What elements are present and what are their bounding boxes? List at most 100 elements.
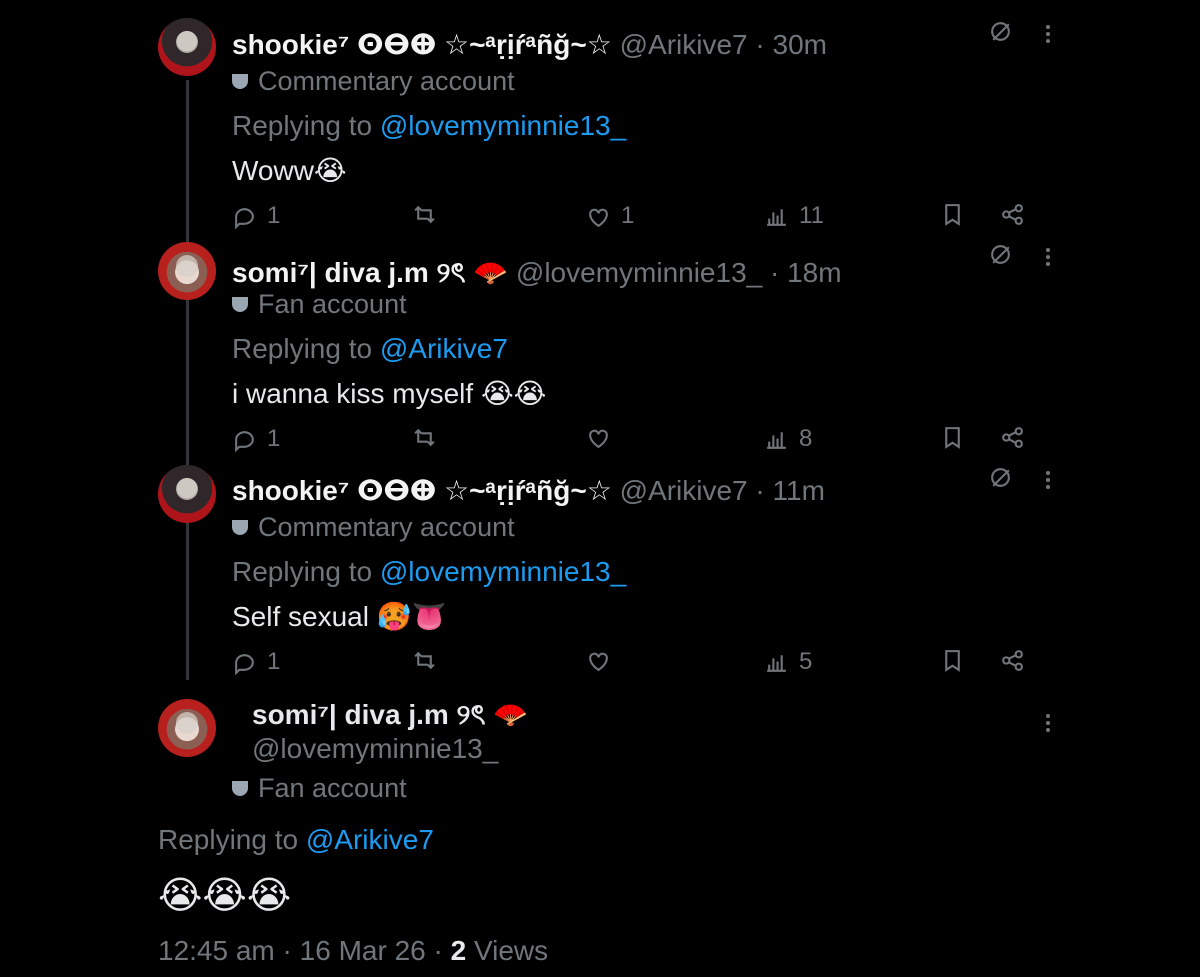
reply-icon [235, 207, 254, 229]
view-count: 11 [799, 202, 824, 229]
reply-count: 1 [267, 202, 281, 229]
bookmark-icon [945, 650, 960, 672]
replying-to: Replying to @lovemyminnie13_ [232, 110, 627, 141]
view-count: 5 [799, 648, 813, 675]
account-label: Commentary account [232, 512, 515, 543]
heart-icon [589, 652, 608, 672]
views-button[interactable]: 8 [764, 425, 812, 453]
mask-icon [232, 520, 248, 535]
separator-dot: · [755, 29, 765, 60]
views-button[interactable]: 11 [764, 202, 824, 230]
share-button[interactable] [1000, 425, 1025, 457]
username[interactable]: @lovemyminnie13_ [516, 257, 762, 288]
analytics-icon [767, 431, 786, 449]
reply-button[interactable]: 1 [232, 202, 280, 230]
tweet-text: Self sexual 🥵👅 [232, 601, 447, 632]
view-count: 8 [799, 425, 813, 452]
more-options-button[interactable] [1046, 711, 1052, 733]
like-count: 1 [621, 202, 635, 229]
mask-icon [232, 74, 248, 89]
bookmark-button[interactable] [940, 425, 965, 457]
tweet-text: i wanna kiss myself 😭😭 [232, 378, 547, 409]
grok-icon [991, 245, 1010, 264]
repost-button[interactable] [412, 648, 447, 673]
bookmark-icon [945, 204, 960, 226]
share-button[interactable] [1000, 202, 1025, 234]
repost-button[interactable] [412, 202, 447, 227]
post-time[interactable]: 18m [787, 257, 841, 288]
display-name[interactable]: somi⁷| diva j.m ୨ৎ 🪭 [232, 257, 508, 288]
avatar[interactable] [158, 465, 216, 523]
heart-icon [589, 429, 608, 449]
mention-link[interactable]: @Arikive7 [306, 824, 434, 855]
bookmark-button[interactable] [940, 648, 965, 680]
view-count: 2 [450, 935, 467, 966]
grok-button[interactable] [988, 465, 1013, 495]
mask-icon [232, 781, 248, 796]
separator-dot: · [433, 935, 443, 966]
reply-button[interactable]: 1 [232, 425, 280, 453]
analytics-icon [767, 654, 786, 672]
more-options-button[interactable] [1046, 245, 1052, 267]
repost-button[interactable] [412, 425, 447, 450]
thread-connector-line [186, 80, 189, 680]
separator-dot: · [755, 475, 765, 506]
display-name[interactable]: shookie⁷ ⵙⴱⴲ ☆~ᵃṛịŕᵃñğ~☆ [232, 29, 612, 60]
avatar[interactable] [158, 18, 216, 76]
share-icon [1002, 650, 1023, 671]
grok-icon [991, 468, 1010, 487]
analytics-icon [767, 208, 786, 226]
more-options-button[interactable] [1046, 22, 1052, 44]
bookmark-icon [945, 427, 960, 449]
repost-icon [414, 428, 435, 447]
views-label: Views [473, 935, 549, 966]
account-label: Fan account [232, 773, 407, 804]
avatar[interactable] [158, 242, 216, 300]
repost-icon [414, 651, 435, 670]
action-bar: 1 1 11 [232, 202, 1032, 234]
replying-to: Replying to @Arikive7 [232, 333, 508, 364]
username[interactable]: @lovemyminnie13_ [252, 733, 498, 765]
grok-icon [991, 22, 1010, 41]
reply-icon [235, 653, 254, 675]
post-date[interactable]: 16 Mar 26 [300, 935, 426, 966]
action-bar: 1 5 [232, 648, 1032, 680]
bookmark-button[interactable] [940, 202, 965, 234]
display-name[interactable]: shookie⁷ ⵙⴱⴲ ☆~ᵃṛịŕᵃñğ~☆ [232, 475, 612, 506]
reply-count: 1 [267, 648, 281, 675]
like-button[interactable]: 1 [586, 202, 634, 230]
tweet-text: 😭😭😭 [158, 875, 292, 917]
avatar[interactable] [158, 699, 216, 757]
replying-to: Replying to @lovemyminnie13_ [232, 556, 627, 587]
grok-button[interactable] [988, 19, 1013, 49]
post-time[interactable]: 30m [773, 29, 827, 60]
username[interactable]: @Arikive7 [620, 475, 748, 506]
mask-icon [232, 297, 248, 312]
like-button[interactable] [586, 648, 621, 673]
more-options-button[interactable] [1046, 468, 1052, 490]
account-label: Commentary account [232, 66, 515, 97]
share-icon [1002, 427, 1023, 448]
like-button[interactable] [586, 425, 621, 450]
views-button[interactable]: 5 [764, 648, 812, 676]
mention-link[interactable]: @lovemyminnie13_ [380, 110, 626, 141]
share-button[interactable] [1000, 648, 1025, 680]
tweet-metadata: 12:45 am · 16 Mar 26 · 2 Views [158, 935, 548, 967]
reply-count: 1 [267, 425, 281, 452]
replying-to: Replying to @Arikive7 [158, 824, 434, 855]
username[interactable]: @Arikive7 [620, 29, 748, 60]
post-time[interactable]: 12:45 am [158, 935, 275, 966]
heart-icon [589, 208, 608, 227]
grok-button[interactable] [988, 242, 1013, 272]
mention-link[interactable]: @lovemyminnie13_ [380, 556, 626, 587]
tweet-header: shookie⁷ ⵙⴱⴲ ☆~ᵃṛịŕᵃñğ~☆ @Arikive7 · 11m [232, 474, 825, 507]
repost-icon [414, 205, 435, 224]
action-bar: 1 8 [232, 425, 1032, 457]
share-icon [1002, 204, 1023, 225]
account-label: Fan account [232, 289, 407, 320]
separator-dot: · [770, 257, 780, 288]
mention-link[interactable]: @Arikive7 [380, 333, 508, 364]
post-time[interactable]: 11m [773, 475, 825, 506]
tweet-header: shookie⁷ ⵙⴱⴲ ☆~ᵃṛịŕᵃñğ~☆ @Arikive7 · 30m [232, 28, 827, 61]
reply-button[interactable]: 1 [232, 648, 280, 676]
